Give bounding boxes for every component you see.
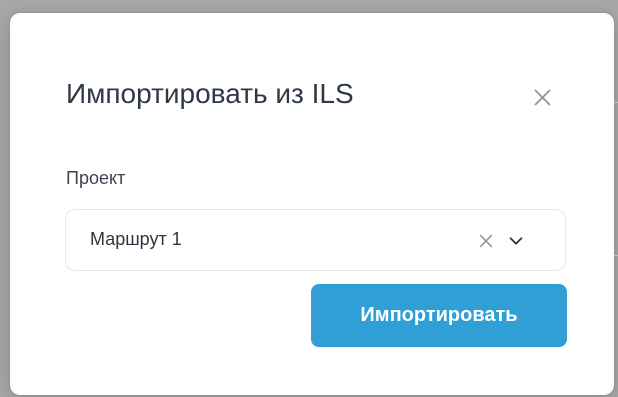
close-button[interactable] — [525, 80, 559, 114]
project-select[interactable]: Маршрут 1 — [65, 209, 566, 271]
clear-selection-icon[interactable] — [477, 232, 495, 250]
close-icon — [532, 87, 553, 108]
project-label: Проект — [66, 168, 126, 188]
dialog-title: Импортировать из ILS — [66, 78, 354, 109]
import-button[interactable]: Импортировать — [311, 284, 567, 347]
chevron-down-icon[interactable] — [506, 232, 526, 250]
selected-project-value: Маршрут 1 — [90, 229, 182, 249]
import-from-ils-dialog: Импортировать из ILS Проект Маршрут 1 Им… — [10, 13, 614, 395]
